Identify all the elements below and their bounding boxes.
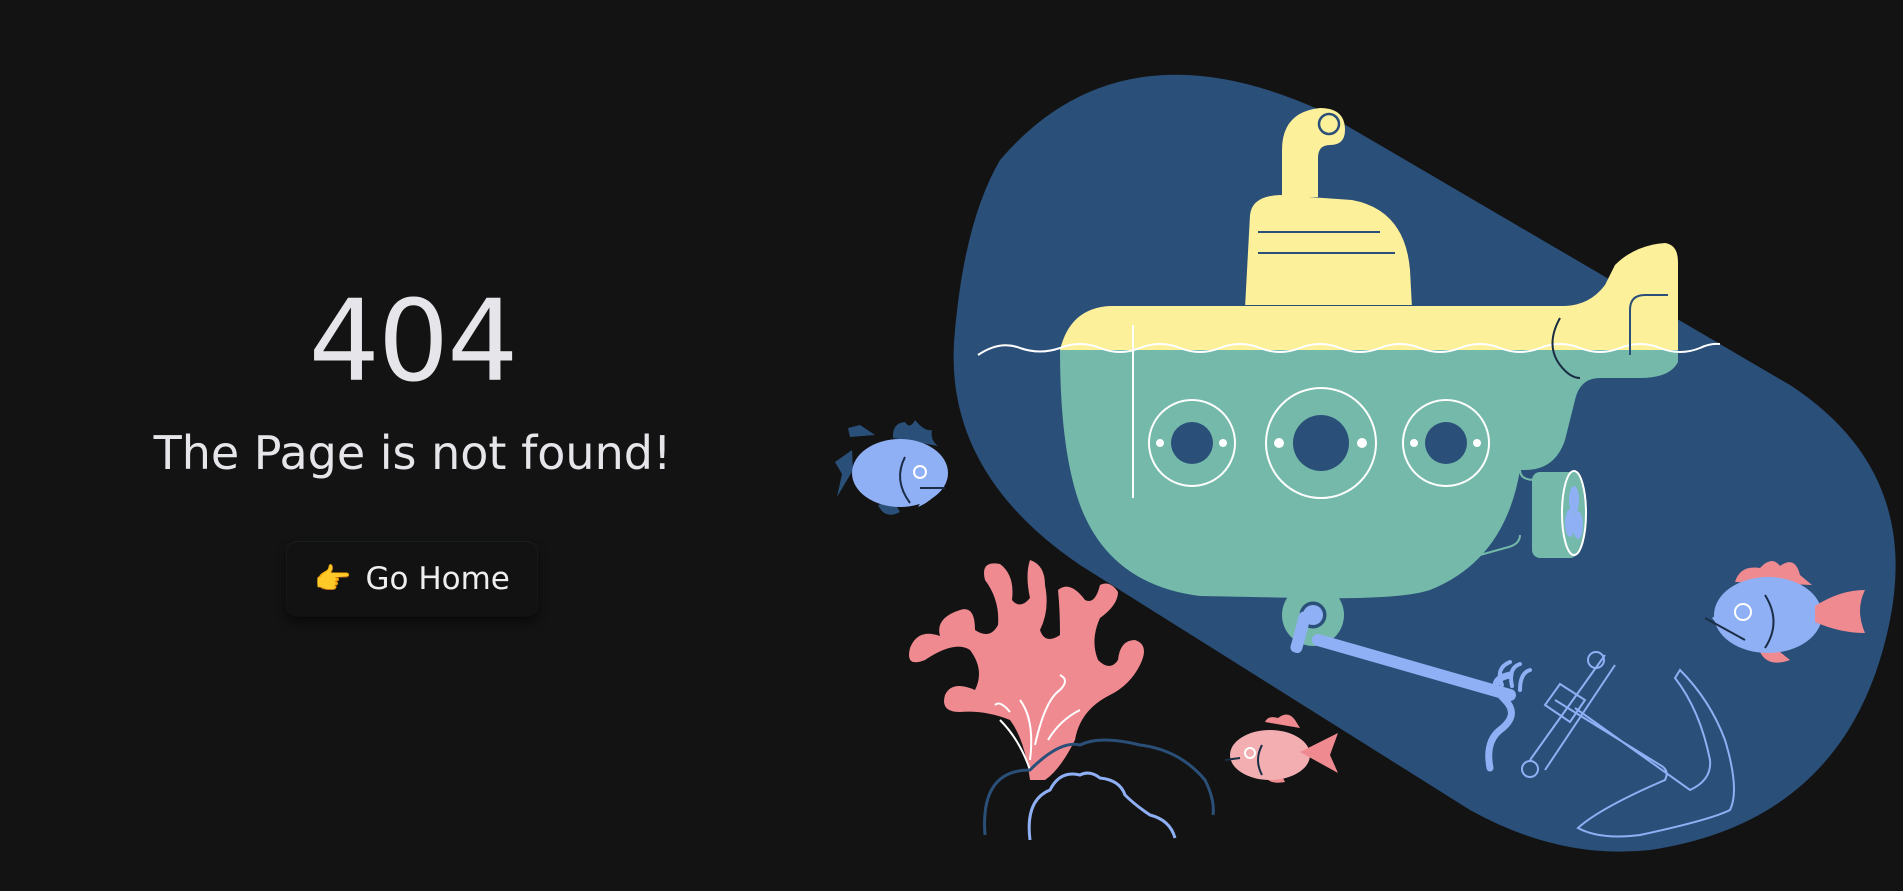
error-code: 404 [308, 277, 519, 407]
error-message: The Page is not found! [153, 426, 672, 480]
blue-fish-left [835, 420, 948, 515]
rock [983, 738, 1215, 836]
pink-fish-bottom [1224, 714, 1338, 783]
error-panel: 404 The Page is not found! 👉 Go Home [0, 0, 825, 891]
pointing-hand-icon: 👉 [314, 561, 352, 597]
coral [909, 560, 1144, 780]
go-home-label: Go Home [365, 561, 510, 597]
submarine-illustration [835, 74, 1896, 852]
go-home-button[interactable]: 👉 Go Home [287, 542, 537, 616]
